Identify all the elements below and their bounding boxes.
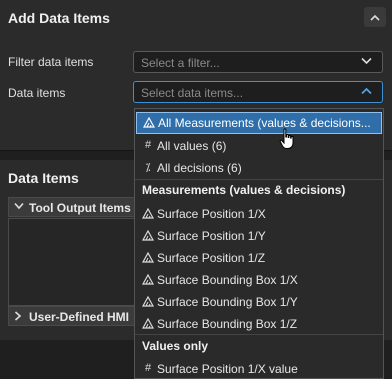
divider bbox=[135, 179, 383, 180]
option-measurement[interactable]: Surface Position 1/Z bbox=[135, 247, 383, 269]
filter-data-items-label: Filter data items bbox=[8, 55, 94, 69]
user-defined-hmi-label: User-Defined HMI bbox=[29, 310, 130, 324]
decision-icon: ⁒ bbox=[145, 161, 151, 174]
measure-icon bbox=[142, 295, 154, 307]
option-label: All values (6) bbox=[157, 139, 227, 153]
option-all-measurements[interactable]: All Measurements (values & decisions... bbox=[136, 112, 382, 134]
option-measurement[interactable]: Surface Bounding Box 1/Z bbox=[135, 313, 383, 335]
collapse-button[interactable] bbox=[364, 7, 386, 27]
measure-icon bbox=[142, 273, 154, 285]
filter-select[interactable]: Select a filter... bbox=[133, 51, 383, 73]
divider bbox=[135, 334, 383, 335]
group-measurements-header: Measurements (values & decisions) bbox=[142, 183, 346, 197]
data-items-title: Data Items bbox=[8, 170, 79, 186]
add-data-items-title: Add Data Items bbox=[8, 10, 110, 26]
option-measurement[interactable]: Surface Bounding Box 1/X bbox=[135, 269, 383, 291]
data-items-select[interactable]: Select data items... bbox=[133, 81, 383, 103]
hash-icon: # bbox=[144, 139, 152, 151]
chevron-down-icon bbox=[361, 57, 372, 65]
data-items-label: Data items bbox=[8, 86, 66, 100]
option-measurement[interactable]: Surface Position 1/X bbox=[135, 203, 383, 225]
measure-icon bbox=[142, 317, 154, 329]
option-label: Surface Bounding Box 1/Y bbox=[157, 295, 298, 309]
chevron-right-icon bbox=[14, 311, 22, 321]
option-label: Surface Position 1/X bbox=[157, 207, 266, 221]
option-all-values[interactable]: # All values (6) bbox=[135, 135, 383, 157]
filter-placeholder: Select a filter... bbox=[141, 56, 220, 70]
option-measurement[interactable]: Surface Position 1/Y bbox=[135, 225, 383, 247]
hash-icon: # bbox=[144, 362, 152, 374]
option-label: All Measurements (values & decisions... bbox=[158, 116, 371, 130]
option-label: Surface Position 1/X value bbox=[157, 362, 298, 376]
option-label: Surface Position 1/Y bbox=[157, 229, 266, 243]
option-label: All decisions (6) bbox=[157, 161, 242, 175]
option-measurement[interactable]: Surface Bounding Box 1/Y bbox=[135, 291, 383, 313]
option-value-item[interactable]: # Surface Position 1/X value bbox=[135, 358, 383, 378]
group-values-header: Values only bbox=[142, 339, 209, 353]
option-all-decisions[interactable]: ⁒ All decisions (6) bbox=[135, 157, 383, 179]
hand-cursor-icon bbox=[279, 128, 294, 149]
option-label: Surface Position 1/Z bbox=[157, 251, 266, 265]
chevron-down-icon bbox=[14, 202, 24, 210]
measure-icon bbox=[143, 116, 155, 128]
tool-output-items-label: Tool Output Items bbox=[29, 201, 131, 215]
tool-output-items-body bbox=[8, 218, 140, 306]
data-items-placeholder: Select data items... bbox=[141, 86, 244, 100]
data-items-dropdown[interactable]: All Measurements (values & decisions... … bbox=[134, 108, 384, 379]
measure-icon bbox=[142, 229, 154, 241]
measure-icon bbox=[142, 251, 154, 263]
tool-output-items-header[interactable]: Tool Output Items bbox=[8, 197, 140, 217]
chevron-up-icon bbox=[370, 14, 380, 21]
option-label: Surface Bounding Box 1/Z bbox=[157, 317, 298, 331]
measure-icon bbox=[142, 207, 154, 219]
user-defined-hmi-header[interactable]: User-Defined HMI bbox=[8, 306, 140, 326]
chevron-up-icon bbox=[361, 87, 372, 95]
option-label: Surface Bounding Box 1/X bbox=[157, 273, 298, 287]
